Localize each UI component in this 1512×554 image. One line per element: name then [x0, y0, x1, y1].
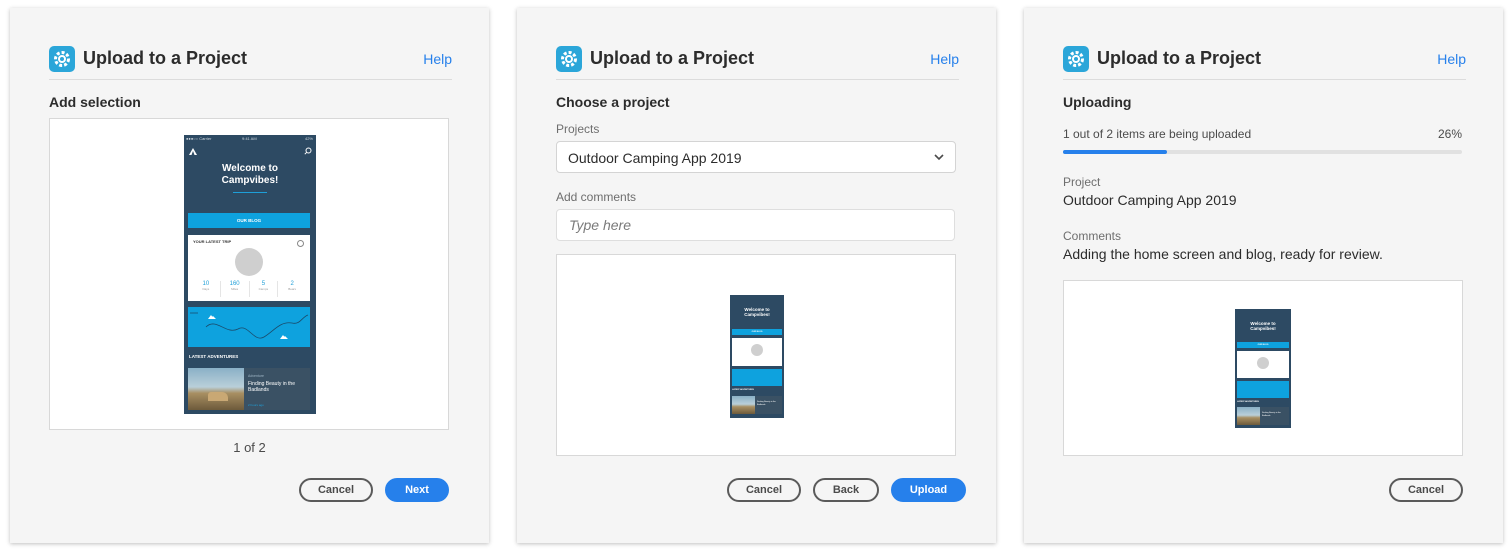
- upload-dialog-step-2: Upload to a Project Help Choose a projec…: [517, 8, 996, 543]
- back-button[interactable]: Back: [813, 478, 879, 502]
- upload-button[interactable]: Upload: [891, 478, 966, 502]
- trip-stat: 5 Camps: [248, 281, 278, 297]
- status-bar: ●●●○○ Carrier 9:41 AM 42%: [186, 136, 313, 141]
- latest-adventures-heading: LATEST ADVENTURES: [1237, 401, 1259, 403]
- trip-map: [1237, 381, 1289, 398]
- artboard-thumbnail: Welcome to Campvibes! OUR BLOG LATEST ADV…: [730, 295, 784, 418]
- upload-progress-bar: [1063, 150, 1462, 154]
- artboard-thumbnail: ●●●○○ Carrier 9:41 AM 42% Welcome to Camp…: [184, 135, 316, 414]
- latest-adventures-heading: LATEST ADVENTURES: [189, 354, 239, 359]
- blog-button: OUR BLOG: [732, 329, 782, 335]
- progress-percent: 26%: [1437, 127, 1462, 141]
- heading-underline: [233, 192, 267, 193]
- section-title: Uploading: [1063, 94, 1132, 110]
- welcome-heading: Welcome to Campvibes!: [744, 307, 770, 317]
- gear-logo-icon: [556, 46, 582, 72]
- adventure-card: Adventure Finding Beauty in the Badlands…: [188, 368, 310, 410]
- cancel-button[interactable]: Cancel: [1389, 478, 1463, 502]
- welcome-heading: Welcome to Campvibes!: [1250, 321, 1276, 331]
- trip-map: [188, 307, 310, 347]
- latest-trip-card: [732, 338, 782, 366]
- blog-button: OUR BLOG: [188, 213, 310, 228]
- help-link[interactable]: Help: [423, 51, 452, 67]
- avatar: [235, 248, 263, 276]
- project-label: Project: [1063, 175, 1101, 189]
- help-link[interactable]: Help: [930, 51, 959, 67]
- selection-preview: ●●●○○ Carrier 9:41 AM 42% Welcome to Camp…: [49, 118, 449, 430]
- blog-button: OUR BLOG: [1237, 342, 1289, 348]
- info-icon: [297, 240, 304, 247]
- dialog-title: Upload to a Project: [1097, 48, 1262, 68]
- comments-input[interactable]: [556, 209, 955, 241]
- help-link[interactable]: Help: [1437, 51, 1466, 67]
- upload-dialog-step-3: Upload to a Project Help Uploading 1 out…: [1024, 8, 1503, 543]
- latest-trip-card: YOUR LATEST TRIP 10 Days 160 Miles 5 Camps 2 Be…: [188, 235, 310, 301]
- trip-stats: 10 Days 160 Miles 5 Camps 2 Bears: [192, 281, 306, 297]
- cancel-button[interactable]: Cancel: [727, 478, 801, 502]
- cancel-button[interactable]: Cancel: [299, 478, 373, 502]
- welcome-heading: Welcome to Campvibes!: [221, 163, 279, 186]
- selected-project: Outdoor Camping App 2019: [568, 150, 742, 166]
- latest-trip-card: [1237, 351, 1289, 378]
- gear-logo-icon: [1063, 46, 1089, 72]
- trip-map: [732, 369, 782, 386]
- latest-adventures-heading: LATEST ADVENTURES: [732, 389, 754, 391]
- dialog-header: Upload to a Project Help: [1063, 46, 1466, 80]
- selection-preview: Welcome to Campvibes! OUR BLOG LATEST ADV…: [556, 254, 956, 456]
- project-select[interactable]: Outdoor Camping App 2019: [556, 141, 956, 173]
- projects-label: Projects: [556, 122, 600, 136]
- trip-stat: 2 Bears: [277, 281, 306, 297]
- adventure-card: Finding Beauty in the Badlands: [732, 396, 782, 414]
- pagination-indicator: 1 of 2: [233, 440, 266, 455]
- upload-dialog-step-1: Upload to a Project Help Add selection ●…: [10, 8, 489, 543]
- artboard-thumbnail: Welcome to Campvibes! OUR BLOG LATEST ADV…: [1235, 309, 1291, 428]
- adventure-card: Finding Beauty in the Badlands: [1237, 407, 1289, 425]
- next-button[interactable]: Next: [385, 478, 449, 502]
- badlands-photo: [188, 368, 244, 410]
- progress-fill: [1063, 150, 1167, 154]
- project-value: Outdoor Camping App 2019: [1063, 192, 1237, 208]
- comments-value: Adding the home screen and blog, ready f…: [1063, 246, 1383, 262]
- progress-text: 1 out of 2 items are being uploaded: [1063, 127, 1252, 141]
- dialog-header: Upload to a Project Help: [49, 46, 452, 80]
- dialog-title: Upload to a Project: [83, 48, 248, 68]
- section-title: Choose a project: [556, 94, 670, 110]
- gear-logo-icon: [49, 46, 75, 72]
- search-icon: [304, 147, 312, 155]
- dialog-title: Upload to a Project: [590, 48, 755, 68]
- dialog-header: Upload to a Project Help: [556, 46, 959, 80]
- section-title: Add selection: [49, 94, 141, 110]
- chevron-down-icon: [934, 154, 944, 161]
- selection-preview: Welcome to Campvibes! OUR BLOG LATEST ADV…: [1063, 280, 1463, 456]
- trip-stat: 10 Days: [202, 281, 210, 291]
- tent-icon: [189, 148, 197, 155]
- trip-stat: 160 Miles: [219, 281, 249, 297]
- comments-label: Comments: [1063, 229, 1122, 243]
- comments-label: Add comments: [556, 190, 637, 204]
